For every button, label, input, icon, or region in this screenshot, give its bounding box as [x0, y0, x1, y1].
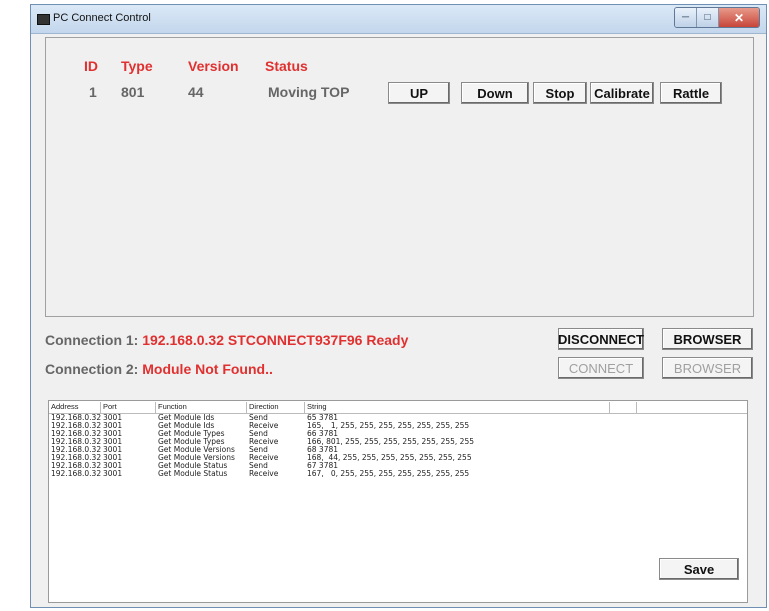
- stop-button[interactable]: Stop: [533, 82, 587, 104]
- log-rows: 192.168.0.32 3001 Get Module Ids Send 65 378…: [49, 414, 747, 478]
- module-status: Moving TOP: [268, 84, 350, 100]
- down-button[interactable]: Down: [461, 82, 529, 104]
- maximize-icon[interactable]: □: [697, 8, 719, 27]
- log-cell: 3001: [103, 469, 123, 478]
- close-icon[interactable]: ✕: [719, 8, 759, 27]
- module-type: 801: [121, 84, 145, 100]
- module-version: 44: [188, 84, 204, 100]
- save-button[interactable]: Save: [659, 558, 739, 580]
- minimize-icon[interactable]: ─: [675, 8, 697, 27]
- communication-log[interactable]: Address Port Function Direction String 1…: [48, 400, 748, 603]
- module-panel: ID Type Version Status 1 801 44 Moving T…: [45, 37, 754, 317]
- app-icon: [37, 14, 50, 25]
- log-row[interactable]: 192.168.0.32 3001 Get Module Types Receive 1…: [49, 438, 747, 446]
- browser-button-2[interactable]: BROWSER: [662, 357, 753, 379]
- calibrate-button[interactable]: Calibrate: [590, 82, 654, 104]
- log-col-address[interactable]: Address: [49, 402, 101, 413]
- window-controls: ─ □ ✕: [674, 7, 760, 28]
- connect-button[interactable]: CONNECT: [558, 357, 644, 379]
- log-cell: 192.168.0.32: [51, 469, 102, 478]
- connection-1-status: Connection 1: 192.168.0.32 STCONNECT937F…: [45, 332, 408, 348]
- log-row[interactable]: 192.168.0.32 3001 Get Module Versions Recei…: [49, 454, 747, 462]
- up-button[interactable]: UP: [388, 82, 450, 104]
- log-col-direction[interactable]: Direction: [247, 402, 305, 413]
- header-status: Status: [265, 58, 308, 74]
- log-header: Address Port Function Direction String: [49, 401, 747, 414]
- header-id: ID: [84, 58, 98, 74]
- log-col-port[interactable]: Port: [101, 402, 156, 413]
- log-cell: 167, 0, 255, 255, 255, 255, 255, 255, 25…: [307, 469, 470, 478]
- app-window: PC Connect Control ─ □ ✕ ID Type Version…: [30, 4, 767, 608]
- connection-2-label: Connection 2:: [45, 361, 139, 377]
- module-id: 1: [89, 84, 97, 100]
- connection-1-value: 192.168.0.32 STCONNECT937F96 Ready: [142, 332, 409, 348]
- connection-1-label: Connection 1:: [45, 332, 139, 348]
- connection-2-value: Module Not Found..: [142, 361, 273, 377]
- window-title: PC Connect Control: [53, 12, 151, 24]
- title-bar[interactable]: PC Connect Control ─ □ ✕: [31, 5, 766, 34]
- log-cell: Receive: [249, 469, 279, 478]
- log-row[interactable]: 192.168.0.32 3001 Get Module Ids Receive 165…: [49, 422, 747, 430]
- header-version: Version: [188, 58, 239, 74]
- log-col-function[interactable]: Function: [156, 402, 247, 413]
- log-col-string[interactable]: String: [305, 402, 610, 413]
- connection-2-status: Connection 2: Module Not Found..: [45, 361, 273, 377]
- log-cell: Get Module Status: [158, 469, 228, 478]
- browser-button-1[interactable]: BROWSER: [662, 328, 753, 350]
- header-type: Type: [121, 58, 153, 74]
- log-row[interactable]: 192.168.0.32 3001 Get Module Status Receive…: [49, 470, 747, 478]
- disconnect-button[interactable]: DISCONNECT: [558, 328, 644, 350]
- log-col-extra: [610, 402, 637, 413]
- rattle-button[interactable]: Rattle: [660, 82, 722, 104]
